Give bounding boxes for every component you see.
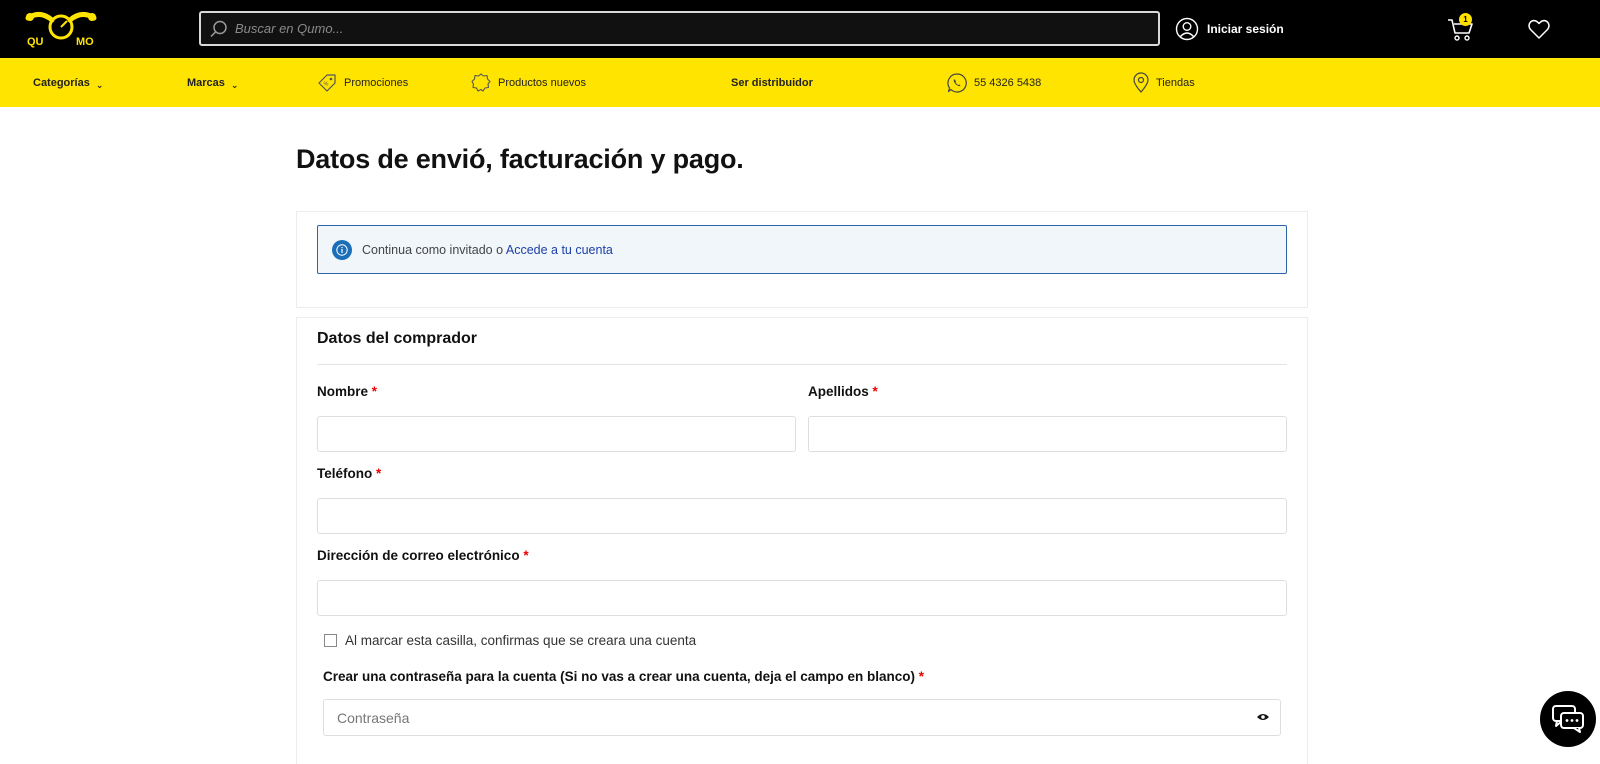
search-icon[interactable] bbox=[210, 20, 228, 38]
info-icon bbox=[332, 239, 352, 260]
telefono-label: Teléfono * bbox=[317, 466, 382, 481]
create-account-row: Al marcar esta casilla, confirmas que se… bbox=[324, 633, 696, 648]
login-button[interactable]: Iniciar sesión bbox=[1175, 17, 1284, 41]
nav-productos-nuevos[interactable]: Productos nuevos bbox=[470, 58, 586, 107]
section-divider bbox=[317, 364, 1287, 365]
svg-text:%: % bbox=[324, 81, 329, 87]
chat-icon bbox=[1552, 705, 1584, 733]
required-mark: * bbox=[376, 466, 382, 481]
required-mark: * bbox=[918, 669, 924, 684]
nav-categorias[interactable]: Categorías ⌄ bbox=[33, 58, 103, 107]
apellidos-field[interactable] bbox=[808, 416, 1287, 452]
nombre-label: Nombre * bbox=[317, 384, 378, 399]
email-label: Dirección de correo electrónico * bbox=[317, 548, 529, 563]
login-label: Iniciar sesión bbox=[1207, 22, 1284, 36]
main-nav: Categorías ⌄ Marcas ⌄ % Promociones Produc… bbox=[0, 58, 1600, 107]
chat-button[interactable] bbox=[1540, 691, 1596, 747]
nav-marcas[interactable]: Marcas ⌄ bbox=[187, 58, 238, 107]
password-label: Crear una contraseña para la cuenta (Si … bbox=[323, 669, 924, 684]
tag-icon: % bbox=[318, 73, 336, 92]
nav-productos-nuevos-label: Productos nuevos bbox=[498, 76, 587, 89]
guest-notice-card: Continua como invitado o Accede a tu cue… bbox=[296, 211, 1308, 308]
guest-text: Continua como invitado o bbox=[362, 242, 504, 257]
svg-text:MO: MO bbox=[76, 36, 94, 48]
login-link[interactable]: Accede a tu cuenta bbox=[506, 243, 613, 257]
buyer-data-card: Datos del comprador Nombre * Apellidos *… bbox=[296, 317, 1308, 764]
whatsapp-icon bbox=[947, 72, 967, 93]
required-mark: * bbox=[523, 548, 529, 563]
password-field[interactable] bbox=[324, 700, 1244, 735]
section-title: Datos del comprador bbox=[317, 330, 478, 347]
guest-info-alert: Continua como invitado o Accede a tu cue… bbox=[317, 225, 1287, 274]
create-account-text: Al marcar esta casilla, confirmas que se… bbox=[345, 633, 697, 648]
nav-promociones[interactable]: % Promociones bbox=[316, 58, 408, 107]
map-pin-icon bbox=[1133, 71, 1149, 93]
nav-telefono[interactable]: 55 4326 5438 bbox=[946, 58, 1041, 107]
top-header: QU MO Iniciar sesión 1 bbox=[0, 0, 1600, 58]
nav-marcas-label: Marcas bbox=[187, 76, 225, 89]
nav-telefono-label: 55 4326 5438 bbox=[974, 76, 1042, 89]
cart-count-badge: 1 bbox=[1459, 13, 1472, 26]
nav-tiendas[interactable]: Tiendas bbox=[1132, 58, 1195, 107]
required-mark: * bbox=[371, 384, 378, 399]
required-mark: * bbox=[872, 384, 878, 399]
nav-categorias-label: Categorías bbox=[33, 76, 90, 89]
user-icon bbox=[1175, 17, 1199, 41]
nombre-field[interactable] bbox=[317, 416, 796, 452]
telefono-field[interactable] bbox=[317, 498, 1287, 534]
chevron-down-icon: ⌄ bbox=[95, 80, 104, 90]
qumo-logo[interactable]: QU MO bbox=[22, 8, 100, 48]
svg-text:QU: QU bbox=[27, 36, 44, 48]
nav-promociones-label: Promociones bbox=[344, 76, 409, 89]
apellidos-label: Apellidos * bbox=[808, 384, 878, 399]
create-account-checkbox[interactable] bbox=[324, 634, 337, 647]
page-title: Datos de envió, facturación y pago. bbox=[296, 144, 744, 174]
nav-tiendas-label: Tiendas bbox=[1156, 76, 1195, 89]
chevron-down-icon: ⌄ bbox=[230, 80, 239, 90]
search-input[interactable] bbox=[235, 13, 1145, 44]
nav-ser-distribuidor-label: Ser distribuidor bbox=[731, 76, 813, 89]
search-bar bbox=[199, 11, 1160, 46]
eye-icon[interactable] bbox=[1256, 712, 1270, 722]
email-field[interactable] bbox=[317, 580, 1287, 616]
heart-icon[interactable] bbox=[1527, 17, 1551, 41]
nav-ser-distribuidor[interactable]: Ser distribuidor bbox=[731, 58, 813, 107]
new-badge-icon bbox=[471, 72, 491, 92]
password-wrapper bbox=[323, 699, 1281, 736]
